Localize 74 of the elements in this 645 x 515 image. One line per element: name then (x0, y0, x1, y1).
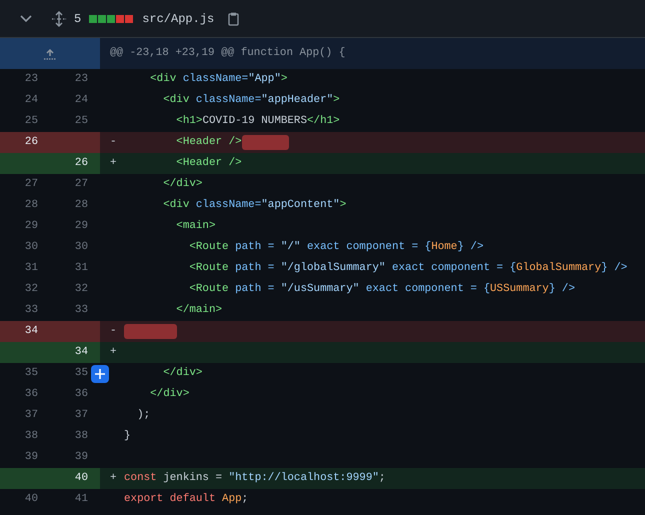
code-line: </div> (162, 177, 202, 192)
line-number: 27 (74, 177, 89, 192)
plus-icon (95, 369, 105, 379)
code-line: <main> (175, 219, 216, 234)
change-count: 5 (74, 10, 82, 28)
code-line: <div className="App"> (149, 72, 288, 87)
code-line: const jenkins = "http://localhost:9999"; (124, 471, 386, 486)
code-line: <div className="appHeader"> (162, 93, 340, 108)
line-number: 24 (74, 93, 89, 108)
line-number: 34 (0, 321, 50, 342)
line-number: 36 (74, 387, 89, 402)
line-number: 28 (24, 198, 39, 213)
file-path[interactable]: src/App.js (142, 10, 214, 28)
line-number: 29 (24, 219, 39, 234)
line-number: 28 (74, 198, 89, 213)
code-line: <Header /> (175, 156, 242, 171)
gutter-cell (0, 153, 50, 174)
line-number: 33 (74, 303, 89, 318)
diff-sign: - (110, 325, 117, 337)
diff-sign: + (110, 346, 117, 358)
code-line: <Route path = "/usSummary" exact component = {USSummary} /> (188, 282, 575, 297)
line-number: 32 (74, 282, 89, 297)
code-line: export default App; (124, 492, 248, 507)
line-number: 29 (74, 219, 89, 234)
code-line: <Route path = "/" exact component = {Home} /> (188, 240, 484, 255)
line-number: 25 (24, 114, 39, 129)
gutter-cell (50, 132, 100, 153)
code-line: </div> (149, 387, 190, 402)
code-line: <Route path = "/globalSummary" exact component = {GlobalSummary} /> (188, 261, 628, 276)
code-line: <div className="appContent"> (162, 198, 346, 213)
line-number: 40 (50, 468, 100, 489)
hunk-header: @@ -23,18 +23,19 @@ function App() { (100, 38, 645, 69)
line-number: 38 (74, 429, 89, 444)
line-number: 23 (74, 72, 89, 87)
code-line: } (124, 429, 131, 444)
line-number: 37 (24, 408, 39, 423)
gutter-cell (50, 321, 100, 342)
code-line: <h1>COVID-19 NUMBERS</h1> (175, 114, 340, 129)
diff-sign: + (110, 472, 117, 484)
diff-sign: - (110, 136, 117, 148)
line-number: 38 (24, 429, 39, 444)
expand-up-icon (43, 48, 57, 60)
expand-icon[interactable] (52, 10, 66, 26)
code-line: <Header /> (175, 135, 242, 150)
add-comment-button[interactable] (91, 365, 109, 383)
line-number: 37 (74, 408, 89, 423)
line-number: 26 (0, 132, 50, 153)
line-number: 24 (24, 93, 39, 108)
chevron-icon[interactable] (20, 14, 32, 22)
code-line: </div> (162, 366, 202, 381)
line-number: 33 (24, 303, 39, 318)
diff-sign: + (110, 157, 117, 169)
line-number: 39 (24, 450, 39, 465)
line-number: 30 (74, 240, 89, 255)
line-number: 41 (74, 492, 89, 507)
line-number: 31 (24, 261, 39, 276)
line-number: 35 (24, 366, 39, 381)
line-number: 30 (24, 240, 39, 255)
line-number: 27 (24, 177, 39, 192)
code-line: </main> (175, 303, 222, 318)
line-number: 31 (74, 261, 89, 276)
line-number: 35 (74, 366, 89, 381)
line-number: 39 (74, 450, 89, 465)
code-line: ); (136, 408, 150, 423)
line-number: 32 (24, 282, 39, 297)
diffstat-bar (89, 14, 134, 22)
gutter-cell (0, 342, 50, 363)
line-number: 34 (50, 342, 100, 363)
line-number: 23 (24, 72, 39, 87)
gutter-cell (0, 468, 50, 489)
line-number: 36 (24, 387, 39, 402)
line-number: 40 (24, 492, 39, 507)
line-number: 26 (50, 153, 100, 174)
line-number: 25 (74, 114, 89, 129)
